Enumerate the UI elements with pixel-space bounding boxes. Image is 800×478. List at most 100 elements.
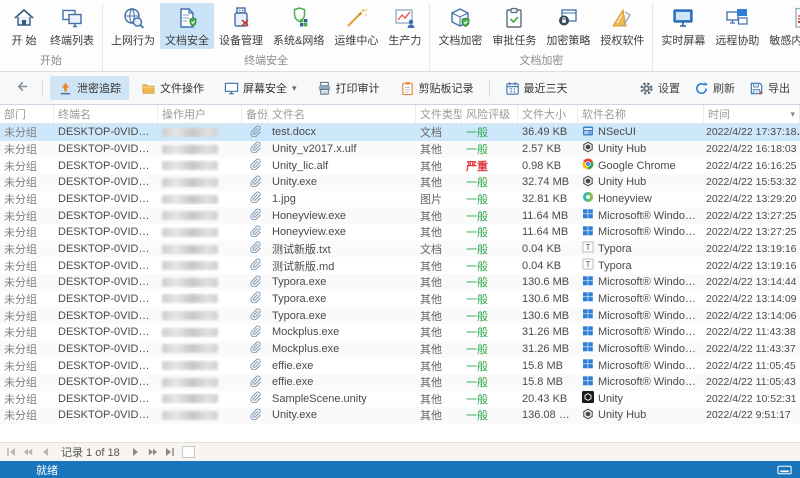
- pager-last-button[interactable]: [165, 447, 175, 457]
- ribbon-item-doc-security[interactable]: 文档安全: [160, 3, 214, 49]
- pager-first-button[interactable]: [6, 447, 16, 457]
- fileops-icon: [141, 81, 156, 96]
- paperclip-icon: [249, 191, 261, 206]
- toolbar-button-gear-small[interactable]: 设置: [637, 76, 682, 100]
- column-header-file-type[interactable]: 文件类型: [416, 105, 462, 123]
- cell-terminal-name: DESKTOP-0VIDMDJ: [58, 376, 158, 389]
- ribbon-item-device[interactable]: 设备管理: [214, 3, 268, 49]
- operator-user-redacted: [162, 344, 218, 354]
- cell-software-name: Unity Hub: [578, 175, 704, 190]
- ribbon-item-screen[interactable]: 实时屏幕: [656, 3, 710, 49]
- cell-file-size: 15.8 MB: [522, 376, 563, 389]
- table-row[interactable]: 未分组 DESKTOP-0VIDMDJ Unity_v2017.x.ulf 其他 一般 2…: [0, 140, 800, 158]
- column-header-time[interactable]: 时间 ▾: [704, 105, 800, 123]
- device-icon: [229, 6, 253, 30]
- cell-terminal-name: DESKTOP-0VIDMDJ: [58, 126, 158, 139]
- table-row[interactable]: 未分组 DESKTOP-0VIDMDJ 测试新版.md 其他 一般 0.04 KB T Typ…: [0, 257, 800, 274]
- pager-prev-button[interactable]: [40, 447, 50, 457]
- toolbar-button-label: 刷新: [713, 83, 735, 95]
- filter-caret-icon[interactable]: ▾: [790, 109, 795, 120]
- cell-backup: [242, 291, 268, 306]
- column-header-backup[interactable]: 备份: [242, 105, 268, 123]
- ribbon-item-scan[interactable]: 敏感内容扫描: [764, 3, 800, 49]
- paperclip-icon: [249, 258, 261, 273]
- table-row[interactable]: 未分组 DESKTOP-0VIDMDJ Honeyview.exe 其他 一般 11.64…: [0, 224, 800, 241]
- ribbon-item-web[interactable]: 上网行为: [106, 3, 160, 49]
- toolbar-button-screensafe[interactable]: 屏幕安全 ▾: [216, 76, 305, 100]
- ribbon-item-remote[interactable]: 远程协助: [710, 3, 764, 49]
- toolbar-button-label: 打印审计: [335, 83, 380, 95]
- ribbon-item-approval[interactable]: 审批任务: [487, 3, 541, 49]
- secondary-toolbar: 泄密追踪 文件操作 屏幕安全 ▾ 打印审计 剪贴板记录 31 最近三天 设置 刷新 导出: [0, 72, 800, 105]
- ribbon-item-productivity[interactable]: 生产力: [383, 3, 426, 49]
- cell-risk-level: 一般: [462, 358, 518, 374]
- table-row[interactable]: 未分组 DESKTOP-0VIDMDJ SampleScene.unity 其他 一般 2…: [0, 391, 800, 408]
- table-row[interactable]: 未分组 DESKTOP-0VIDMDJ Mockplus.exe 其他 一般 31.26 …: [0, 324, 800, 341]
- cell-terminal-name: DESKTOP-0VIDMDJ: [58, 292, 158, 305]
- cell-time: 2022/4/22 16:16:25: [704, 160, 800, 172]
- back-button[interactable]: [8, 77, 35, 99]
- operator-user-redacted: [162, 144, 218, 154]
- operator-user-redacted: [162, 161, 218, 171]
- toolbar-button-clipboard[interactable]: 剪贴板记录: [392, 76, 482, 100]
- column-header-label: 终端名: [58, 109, 91, 121]
- cell-file-type: 其他: [420, 410, 442, 423]
- table-row[interactable]: 未分组 DESKTOP-0VIDMDJ effie.exe 其他 一般 15.8 MB Mi…: [0, 373, 800, 391]
- toolbar-button-fileops[interactable]: 文件操作: [133, 76, 212, 100]
- pager-next-button[interactable]: [131, 447, 141, 457]
- pager-extra-button[interactable]: [181, 446, 195, 458]
- column-header-risk-level[interactable]: 风险评级: [462, 105, 518, 123]
- table-empty-area: [0, 424, 800, 442]
- column-header-file-name[interactable]: 文件名: [268, 105, 416, 123]
- toolbar-button-label: 文件操作: [160, 83, 204, 95]
- ribbon-item-sysnet[interactable]: 系统&网络: [268, 3, 329, 49]
- column-header-terminal-name[interactable]: 终端名: [54, 105, 158, 123]
- table-row[interactable]: 未分组 DESKTOP-0VIDMDJ Mockplus.exe 其他 一般 31.26 …: [0, 340, 800, 358]
- cell-operator-user: [158, 409, 242, 421]
- ribbon-item-terminal-list[interactable]: 终端列表: [45, 3, 99, 49]
- cell-file-size: 32.74 MB: [522, 176, 570, 189]
- toolbar-button-trace[interactable]: 泄密追踪: [50, 76, 129, 100]
- cell-backup: [242, 308, 268, 323]
- toolbar-button-refresh[interactable]: 刷新: [692, 76, 737, 100]
- ribbon-item-home[interactable]: 开 始: [3, 3, 45, 49]
- software-name-label: Unity Hub: [598, 142, 647, 155]
- table-row[interactable]: 未分组 DESKTOP-0VIDMDJ Unity_lic.alf 其他 严重 0.98 …: [0, 157, 800, 174]
- cell-file-type: 其他: [420, 377, 442, 390]
- table-row[interactable]: 未分组 DESKTOP-0VIDMDJ Unity.exe 其他 一般 32.74 MB U…: [0, 173, 800, 191]
- table-row[interactable]: 未分组 DESKTOP-0VIDMDJ effie.exe 其他 一般 15.8 MB Mi…: [0, 357, 800, 374]
- ribbon-item-policy[interactable]: 加密策略: [541, 3, 595, 49]
- risk-badge: 一般: [466, 243, 488, 256]
- cell-file-size: 15.8 MB: [522, 359, 563, 372]
- column-header-label: 备份: [246, 109, 268, 121]
- date-filter-button[interactable]: 31 最近三天: [497, 76, 576, 100]
- pager-record-text: 记录 1 of 18: [61, 447, 120, 459]
- column-header-software-name[interactable]: 软件名称: [578, 105, 704, 123]
- row-more-button[interactable]: …: [797, 126, 800, 138]
- cell-department: 未分组: [4, 277, 37, 290]
- time-label: 2022/4/22 13:27:25: [706, 209, 797, 222]
- table-row[interactable]: 未分组 DESKTOP-0VIDMDJ Typora.exe 其他 一般 130.6 MB…: [0, 273, 800, 291]
- toolbar-button-export[interactable]: 导出: [747, 76, 792, 100]
- table-row[interactable]: 未分组 DESKTOP-0VIDMDJ 1.jpg 图片 一般 32.81 KB Honey…: [0, 191, 800, 208]
- table-row[interactable]: 未分组 DESKTOP-0VIDMDJ Typora.exe 其他 一般 130.6 MB…: [0, 291, 800, 308]
- time-label: 2022/4/22 13:14:44: [706, 276, 797, 289]
- cell-backup: [242, 358, 268, 373]
- column-header-department[interactable]: 部门: [0, 105, 54, 123]
- pager-fast-next-button[interactable]: [148, 447, 158, 457]
- column-header-file-size[interactable]: 文件大小: [518, 105, 578, 123]
- cell-file-size: 130.6 MB: [522, 276, 570, 289]
- toolbar-button-printaudit[interactable]: 打印审计: [309, 76, 388, 100]
- table-row[interactable]: 未分组 DESKTOP-0VIDMDJ Unity.exe 其他 一般 136.08 MB…: [0, 407, 800, 424]
- table-row[interactable]: 未分组 DESKTOP-0VIDMDJ test.docx 文档 一般 36.49 KB N…: [0, 124, 800, 141]
- table-row[interactable]: 未分组 DESKTOP-0VIDMDJ Typora.exe 其他 一般 130.6 MB…: [0, 307, 800, 324]
- pager-fast-prev-button[interactable]: [23, 447, 33, 457]
- cell-risk-level: 一般: [462, 374, 518, 390]
- ribbon-item-doc-encrypt[interactable]: 文档加密: [433, 3, 487, 49]
- ribbon-item-ops[interactable]: 运维中心: [329, 3, 383, 49]
- table-row[interactable]: 未分组 DESKTOP-0VIDMDJ Honeyview.exe 其他 一般 11.64…: [0, 207, 800, 224]
- ribbon-item-license[interactable]: 授权软件: [595, 3, 649, 49]
- table-row[interactable]: 未分组 DESKTOP-0VIDMDJ 测试新版.txt 文档 一般 0.04 KB T Ty…: [0, 240, 800, 258]
- software-name-label: Google Chrome: [598, 159, 676, 172]
- column-header-operator-user[interactable]: 操作用户: [158, 105, 242, 123]
